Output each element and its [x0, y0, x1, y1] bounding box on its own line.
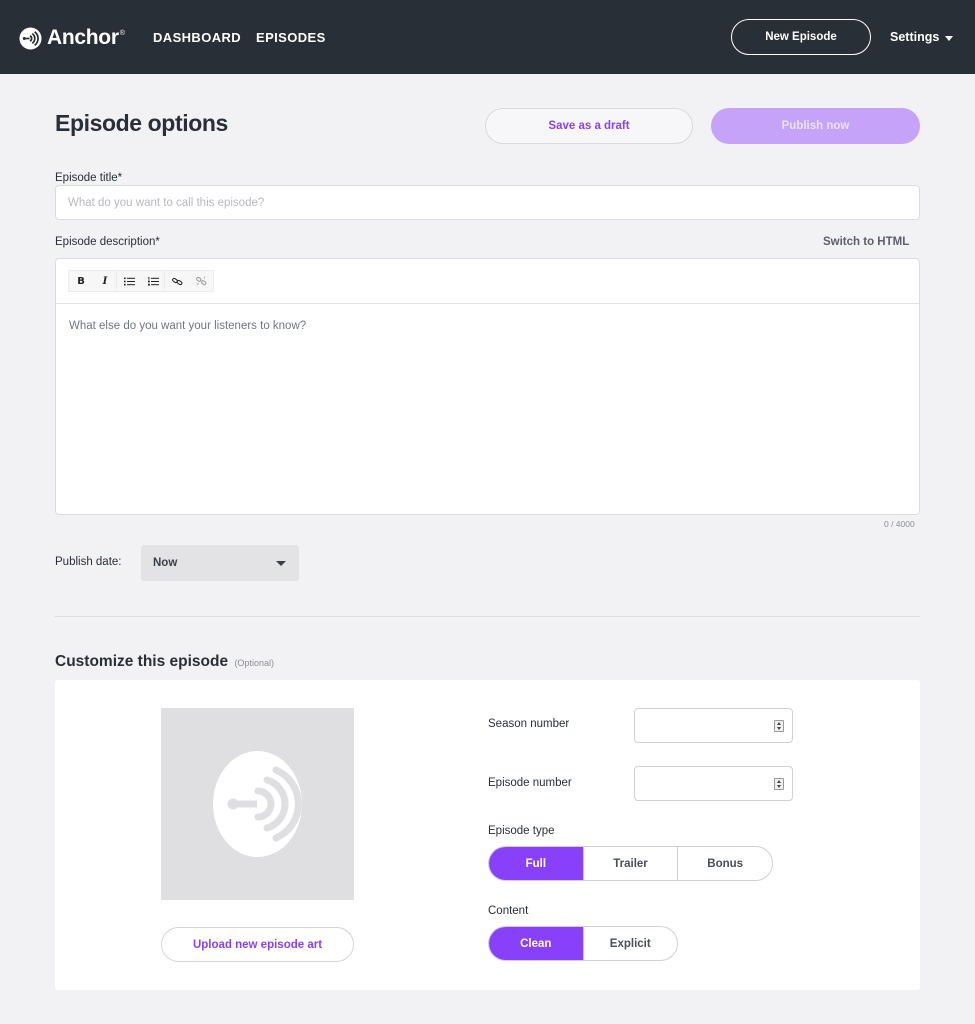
- link-icon[interactable]: [165, 271, 189, 291]
- settings-menu[interactable]: Settings: [890, 30, 954, 44]
- publish-date-value: Now: [153, 557, 178, 569]
- link-group: [164, 270, 214, 292]
- season-number-input[interactable]: [634, 708, 793, 743]
- episode-type-label: Episode type: [488, 825, 555, 837]
- unlink-icon[interactable]: [189, 271, 213, 291]
- anchor-placeholder-icon: [213, 751, 302, 857]
- episode-type-trailer[interactable]: Trailer: [582, 847, 678, 880]
- nav-dashboard[interactable]: DASHBOARD: [153, 30, 241, 45]
- customize-card: Upload new episode art Season number Epi…: [55, 680, 920, 990]
- italic-icon[interactable]: I: [93, 271, 117, 291]
- anchor-logo-icon: [19, 26, 42, 50]
- stepper-icon[interactable]: [774, 720, 784, 732]
- section-divider: [55, 616, 920, 617]
- content-label: Content: [488, 905, 529, 917]
- page-title: Episode options: [55, 110, 228, 136]
- episode-art-preview: [161, 708, 354, 900]
- bullet-list-icon[interactable]: [117, 271, 141, 291]
- nav-episodes[interactable]: EPISODES: [256, 30, 326, 45]
- new-episode-button[interactable]: New Episode: [731, 19, 871, 55]
- save-draft-button[interactable]: Save as a draft: [485, 108, 693, 144]
- logo-text: Anchor: [47, 26, 119, 49]
- episode-title-input[interactable]: [55, 185, 920, 220]
- optional-tag: (Optional): [234, 658, 274, 668]
- list-group: [116, 270, 166, 292]
- top-nav: Anchor ® DASHBOARD EPISODES New Episode …: [0, 0, 975, 74]
- description-editor[interactable]: B I What else do you want your listeners…: [55, 258, 920, 515]
- publish-date-label: Publish date:: [55, 556, 122, 568]
- description-placeholder: What else do you want your listeners to …: [69, 320, 307, 332]
- customize-title-text: Customize this episode: [55, 653, 229, 670]
- episode-description-label: Episode description*: [55, 236, 160, 248]
- settings-label: Settings: [890, 30, 940, 44]
- format-group: B I: [68, 270, 118, 292]
- numbered-list-icon[interactable]: [141, 271, 165, 291]
- episode-title-label: Episode title*: [55, 172, 123, 184]
- episode-type-toggle: Full Trailer Bonus: [488, 846, 773, 881]
- publish-date-select[interactable]: Now: [141, 545, 299, 581]
- character-count: 0 / 4000: [884, 519, 915, 529]
- chevron-down-icon: [276, 561, 286, 566]
- registered-mark: ®: [119, 30, 125, 37]
- stepper-icon[interactable]: [774, 778, 784, 790]
- episode-number-label: Episode number: [488, 777, 572, 789]
- episode-number-input[interactable]: [634, 766, 793, 801]
- chevron-down-icon: [945, 35, 954, 41]
- content-clean[interactable]: Clean: [489, 927, 583, 960]
- editor-toolbar: B I: [56, 259, 919, 304]
- publish-now-button[interactable]: Publish now: [711, 108, 920, 144]
- customize-section-title: Customize this episode (Optional): [55, 653, 274, 671]
- bold-icon[interactable]: B: [69, 271, 93, 291]
- content-rating-toggle: Clean Explicit: [488, 926, 678, 961]
- season-number-label: Season number: [488, 718, 570, 730]
- episode-type-bonus[interactable]: Bonus: [677, 847, 772, 880]
- switch-to-html-link[interactable]: Switch to HTML: [823, 236, 909, 248]
- upload-episode-art-button[interactable]: Upload new episode art: [161, 927, 354, 962]
- anchor-logo[interactable]: Anchor ®: [19, 25, 125, 51]
- content-explicit[interactable]: Explicit: [582, 927, 678, 960]
- episode-type-full[interactable]: Full: [489, 847, 583, 880]
